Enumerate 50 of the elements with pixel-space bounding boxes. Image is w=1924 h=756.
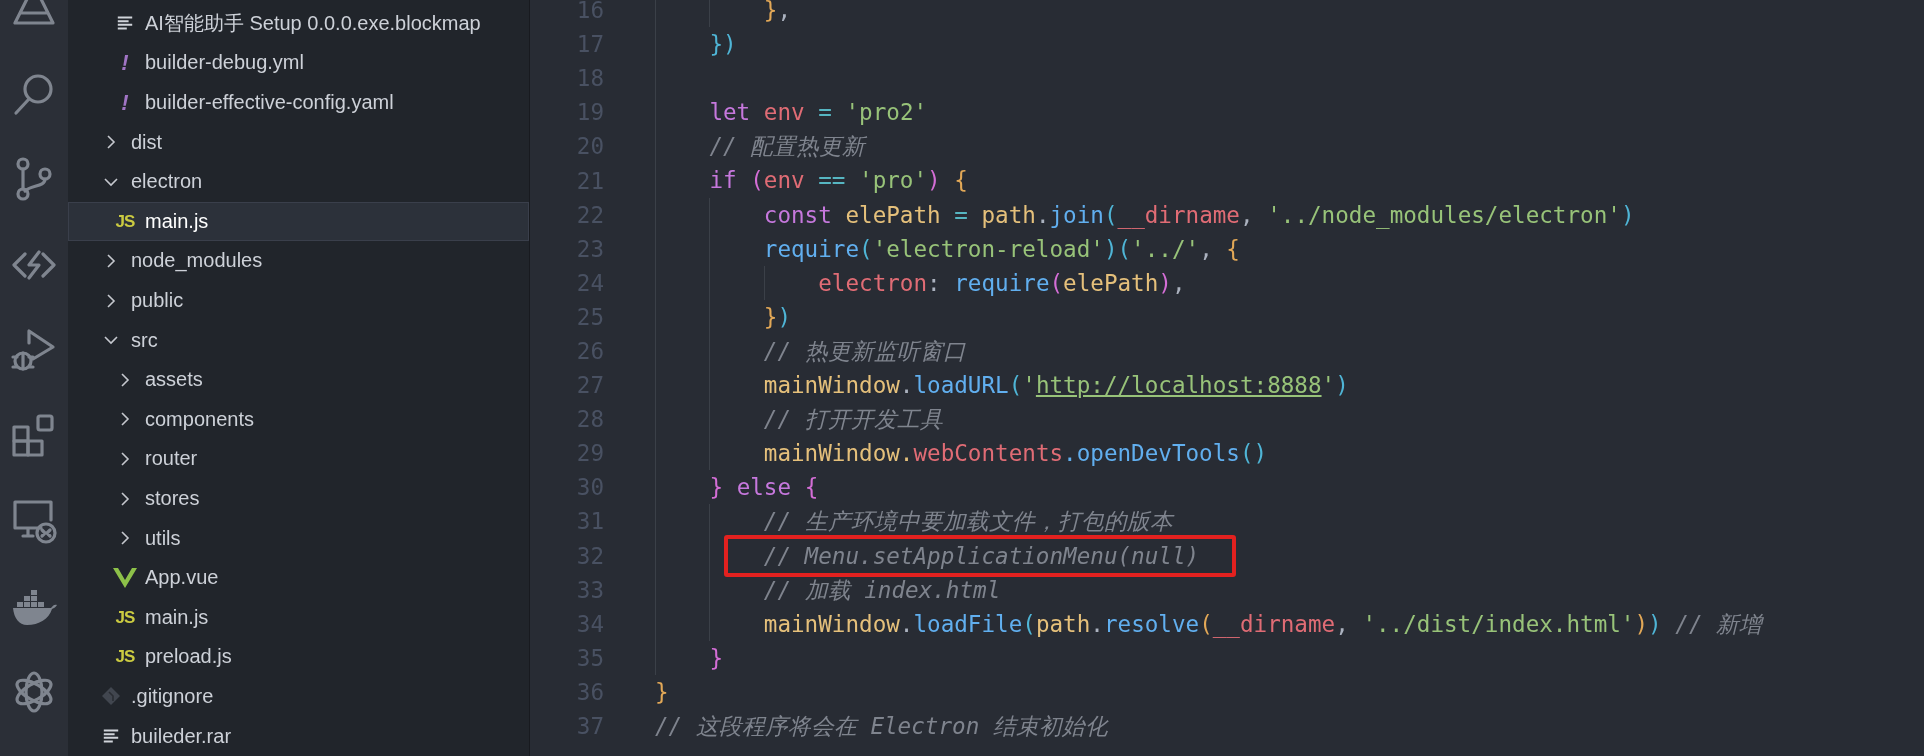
code-line: } else {	[709, 474, 819, 501]
code-line: }	[655, 678, 669, 705]
tree-item[interactable]: components	[68, 399, 529, 440]
code-line: let env = 'pro2'	[709, 99, 928, 126]
code-line: electron: require(elePath),	[818, 269, 1186, 296]
js-file-icon: JS	[115, 212, 135, 230]
code-line: const elePath = path.join(__dirname, '../node_modules/electron')	[763, 201, 1635, 228]
tree-item[interactable]: JS preload.js	[68, 637, 529, 677]
code-line: mainWindow.loadFile(path.resolve(__dirname, '../dist/index.html')) // 新增	[763, 610, 1763, 637]
code-line: mainWindow.loadURL('http://localhost:8888')	[763, 372, 1349, 399]
code-line: if (env == 'pro') {	[709, 167, 968, 194]
tree-item[interactable]: node_modules	[68, 241, 529, 281]
code-line: // 这段程序将会在 Electron 结束初始化	[655, 712, 1108, 739]
code-line: }	[709, 644, 723, 671]
exclamation-icon: !	[121, 91, 129, 114]
tree-item[interactable]: utils	[68, 518, 529, 558]
code-line: require('electron-reload')('../', {	[763, 235, 1240, 262]
js-file-icon: JS	[115, 648, 135, 666]
extensions-icon[interactable]	[11, 412, 57, 459]
tree-item[interactable]: dist	[68, 122, 529, 162]
tree-item[interactable]: buileder.rar	[68, 716, 529, 756]
tree-item[interactable]: JS main.js	[68, 597, 529, 638]
code-line: // 配置热更新	[709, 133, 866, 160]
code-line: // 生产环境中要加载文件，打包的版本	[763, 508, 1173, 535]
code-line: },	[763, 0, 792, 23]
js-file-icon: JS	[115, 608, 135, 626]
run-debug-icon[interactable]	[11, 327, 57, 373]
tree-item[interactable]: src	[68, 320, 529, 360]
tree-item[interactable]: AI智能助手 Setup 0.0.0.exe.blockmap	[68, 3, 529, 44]
tree-item[interactable]: .gitignore	[68, 676, 529, 717]
code-line: // Menu.setApplicationMenu(null)	[763, 542, 1200, 569]
tree-item[interactable]: JS main.js	[68, 201, 529, 242]
v-logo-icon	[113, 567, 137, 588]
code-line: // 加载 index.html	[763, 576, 1001, 603]
tree-item[interactable]: ! builder-effective-config.yaml	[68, 82, 529, 123]
tree-item[interactable]: ! builder-debug.yml	[68, 43, 529, 83]
diamond-icon	[101, 686, 121, 707]
code-line: })	[763, 303, 792, 330]
exclamation-icon: !	[121, 52, 129, 74]
tree-item[interactable]: App.vue	[68, 557, 529, 598]
tree-item[interactable]: stores	[68, 478, 529, 519]
code-line: // 打开开发工具	[763, 406, 943, 433]
tree-item[interactable]: router	[68, 439, 529, 479]
code-line: })	[709, 31, 737, 58]
tree-item[interactable]: electron	[68, 161, 529, 202]
tree-item[interactable]: public	[68, 280, 529, 321]
code-line: // 热更新监听窗口	[763, 337, 966, 364]
code-line: mainWindow.webContents.openDevTools()	[763, 440, 1268, 467]
remote-monitor-icon[interactable]	[11, 498, 57, 544]
tree-item[interactable]: assets	[68, 359, 529, 400]
